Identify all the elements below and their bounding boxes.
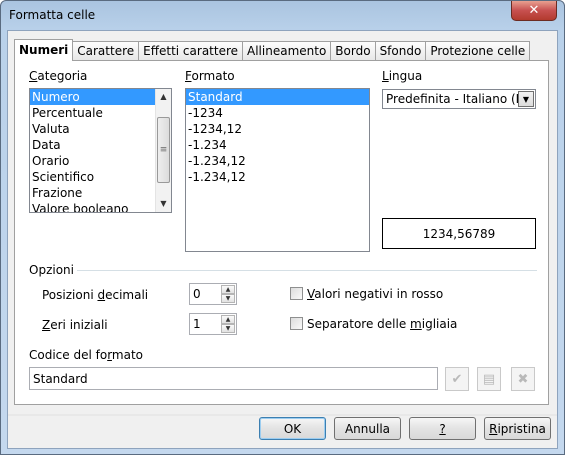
zeri-stepper[interactable]: 1 ▲ ▼ [189,313,237,335]
tab-numeri[interactable]: Numeri [14,39,74,61]
annulla-button[interactable]: Annulla [334,417,401,440]
list-item[interactable]: Data [30,137,171,153]
tab-panel-numeri: Categoria Numero Percentuale Valuta Data… [14,60,549,405]
list-item[interactable]: Valuta [30,121,171,137]
button-bar-divider [8,414,557,416]
decimali-stepper[interactable]: 0 ▲ ▼ [189,283,237,305]
decimali-label: Posizioni decimali [42,288,149,302]
window-title: Formatta celle [9,8,96,22]
list-item[interactable]: -1.234,12 [186,169,369,185]
close-icon: ✕ [528,3,540,18]
decimali-value: 0 [193,287,201,301]
tab-carattere[interactable]: Carattere [72,41,140,61]
tab-allineamento[interactable]: Allineamento [242,41,332,61]
opzioni-separator [77,270,537,271]
codice-label: Codice del formato [29,348,144,362]
preview-value: 1234,56789 [422,226,496,241]
tab-bordo[interactable]: Bordo [330,41,376,61]
dialog-body: Numeri Carattere Effetti carattere Allin… [7,30,558,449]
formato-listbox[interactable]: Standard -1234 -1234,12 -1.234 -1.234,12… [185,88,370,252]
formato-label: Formato [185,69,235,83]
delete-button[interactable]: ✖ [511,367,535,391]
scroll-thumb[interactable]: ≡ [157,117,170,183]
tab-protezione-celle[interactable]: Protezione celle [425,41,531,61]
list-item[interactable]: -1.234,12 [186,153,369,169]
categoria-listbox[interactable]: Numero Percentuale Valuta Data Orario Sc… [29,88,172,213]
decrement-icon[interactable]: ▼ [221,324,235,333]
scroll-up-icon[interactable]: ▲ [156,89,171,105]
increment-icon[interactable]: ▲ [221,285,235,294]
list-item[interactable]: Standard [186,89,369,105]
close-button[interactable]: ✕ [511,1,557,21]
list-item[interactable]: Orario [30,153,171,169]
list-item[interactable]: Scientifico [30,169,171,185]
tab-bar: Numeri Carattere Effetti carattere Allin… [14,39,531,61]
zeri-value: 1 [193,317,201,331]
delete-icon: ✖ [517,371,529,387]
lingua-dropdown[interactable]: Predefinita - Italiano (Itali ▼ [382,89,536,109]
list-item[interactable]: Valore booleano [30,201,171,212]
format-preview: 1234,56789 [382,218,536,249]
tab-sfondo[interactable]: Sfondo [374,41,427,61]
list-item[interactable]: -1.234 [186,137,369,153]
separatore-migliaia-label: Separatore delle migliaia [307,317,458,331]
ok-button[interactable]: OK [259,417,326,440]
categoria-label: Categoria [29,69,88,83]
separatore-migliaia-checkbox[interactable] [290,317,303,330]
tab-effetti-carattere[interactable]: Effetti carattere [138,41,244,61]
comment-icon: ▤ [482,371,496,387]
lingua-label: Lingua [382,69,423,83]
comment-button[interactable]: ▤ [477,367,501,391]
ripristina-button[interactable]: Ripristina [484,417,551,440]
codice-value: Standard [33,372,88,386]
help-icon: ? [439,421,446,436]
increment-icon[interactable]: ▲ [221,315,235,324]
list-item[interactable]: -1234 [186,105,369,121]
chevron-down-icon[interactable]: ▼ [518,91,534,107]
list-item[interactable]: Percentuale [30,105,171,121]
codice-formato-input[interactable]: Standard [29,367,438,390]
list-item[interactable]: Numero [30,89,171,105]
help-button[interactable]: ? [409,417,476,440]
accept-button[interactable]: ✔ [445,367,469,391]
check-icon: ✔ [451,371,463,387]
negativi-rosso-label: Valori negativi in rosso [307,287,444,301]
decrement-icon[interactable]: ▼ [221,294,235,303]
lingua-value: Predefinita - Italiano (Itali [386,92,536,106]
negativi-rosso-checkbox[interactable] [290,287,303,300]
list-item[interactable]: Frazione [30,185,171,201]
scroll-down-icon[interactable]: ▼ [156,196,171,212]
zeri-label: Zeri iniziali [42,318,108,332]
list-item[interactable]: -1234,12 [186,121,369,137]
dialog-window: Formatta celle ✕ Numeri Carattere Effett… [0,0,565,455]
title-bar[interactable]: Formatta celle ✕ [1,1,564,31]
opzioni-heading: Opzioni [29,263,74,277]
categoria-scrollbar[interactable]: ▲ ≡ ▼ [155,89,171,212]
